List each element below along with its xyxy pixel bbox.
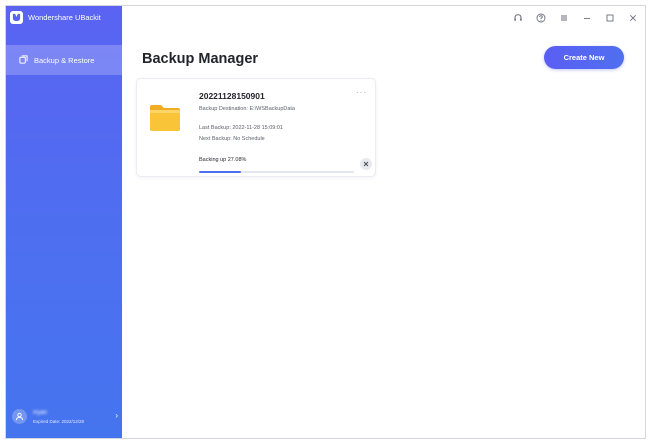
progress-track (199, 171, 354, 173)
app-brand: Wondershare UBackit (10, 10, 101, 24)
avatar (12, 408, 27, 424)
last-backup-time: Last Backup: 2022-11-28 15:09:01 (199, 125, 283, 131)
progress-fill (199, 171, 241, 173)
user-name: Ryan (33, 409, 48, 416)
backup-icon (19, 51, 28, 69)
menu-icon[interactable] (557, 11, 570, 24)
sidebar: Wondershare UBackit Backup & Restore Rya… (6, 6, 122, 438)
next-backup-schedule: Next Backup: No Schedule (199, 136, 265, 142)
help-icon[interactable] (534, 11, 547, 24)
backup-card[interactable]: 20221128150901 ··· Backup Destination: E… (136, 78, 376, 177)
backup-destination: Backup Destination: E:\WSBackupData (199, 106, 295, 112)
backup-progress-text: Backing up 27.08% (199, 157, 247, 163)
maximize-icon[interactable] (603, 11, 616, 24)
user-account[interactable]: Ryan Expired Date: 2022/12/28 › (12, 404, 118, 428)
folder-icon (149, 101, 181, 138)
ubackit-logo-icon (10, 10, 23, 24)
page-title: Backup Manager (142, 51, 259, 67)
close-icon[interactable] (626, 11, 639, 24)
create-new-button[interactable]: Create New (544, 46, 624, 69)
chevron-right-icon: › (115, 411, 118, 420)
cancel-backup-button[interactable] (360, 158, 372, 170)
app-title: Wondershare UBackit (28, 12, 101, 22)
sidebar-item-label: Backup & Restore (34, 55, 95, 65)
minimize-icon[interactable] (580, 11, 593, 24)
backup-name: 20221128150901 (199, 91, 265, 101)
titlebar-controls (511, 11, 639, 24)
sidebar-item-backup-restore[interactable]: Backup & Restore (6, 45, 122, 75)
close-icon (363, 161, 369, 167)
headset-icon[interactable] (511, 11, 524, 24)
more-options-icon[interactable]: ··· (356, 88, 367, 97)
user-icon (15, 412, 24, 420)
user-expiry-date: Expired Date: 2022/12/28 (33, 418, 85, 424)
user-info: Ryan Expired Date: 2022/12/28 (33, 409, 84, 424)
app-window: Wondershare UBackit Backup & Restore Rya… (5, 5, 646, 439)
